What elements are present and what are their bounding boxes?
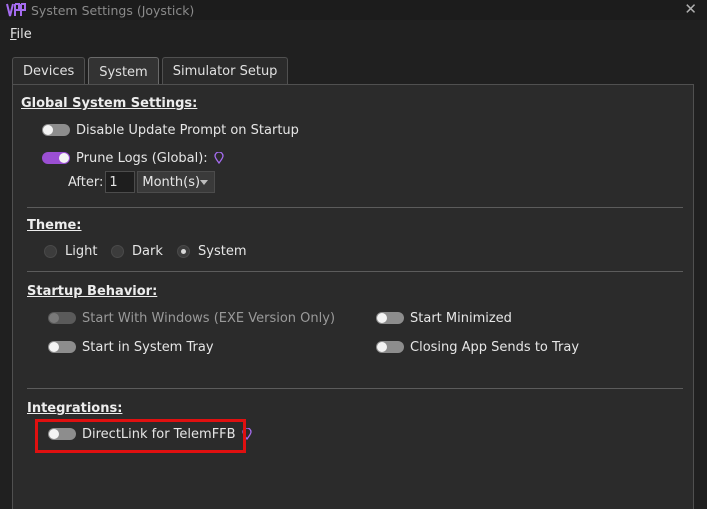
theme-system-option[interactable]: System: [177, 242, 246, 260]
after-unit-value: Month(s): [142, 174, 201, 190]
start-minimized-toggle[interactable]: [376, 312, 404, 324]
menu-file[interactable]: File: [10, 27, 32, 42]
disable-update-toggle[interactable]: [42, 124, 70, 136]
menu-bar: File: [0, 22, 707, 46]
closing-sends-tray-label: Closing App Sends to Tray: [410, 339, 580, 355]
start-in-tray-row[interactable]: Start in System Tray: [48, 338, 214, 356]
theme-system-radio[interactable]: [177, 244, 190, 258]
disable-update-label: Disable Update Prompt on Startup: [76, 122, 299, 138]
highlight-box: [35, 419, 246, 453]
theme-title: Theme:: [27, 218, 82, 233]
start-minimized-row[interactable]: Start Minimized: [376, 309, 512, 327]
integrations-title: Integrations:: [27, 401, 123, 416]
vpforce-logo-icon: [6, 2, 26, 18]
closing-sends-tray-row[interactable]: Closing App Sends to Tray: [376, 338, 579, 356]
start-minimized-label: Start Minimized: [410, 310, 512, 326]
after-unit-select[interactable]: Month(s): [137, 171, 216, 193]
chevron-down-icon: [200, 179, 209, 185]
theme-light-option[interactable]: Light: [44, 242, 97, 260]
info-pin-icon[interactable]: [214, 152, 224, 164]
prune-logs-toggle[interactable]: [42, 152, 70, 164]
start-in-tray-toggle[interactable]: [48, 341, 76, 353]
prune-logs-row[interactable]: Prune Logs (Global):: [42, 149, 224, 167]
theme-light-radio[interactable]: [44, 244, 57, 258]
tab-devices[interactable]: Devices: [12, 57, 86, 85]
theme-dark-option[interactable]: Dark: [111, 242, 163, 260]
start-with-windows-toggle: [48, 312, 76, 324]
close-icon[interactable]: ✕: [684, 1, 697, 17]
startup-title: Startup Behavior:: [27, 284, 158, 299]
start-in-tray-label: Start in System Tray: [82, 339, 214, 355]
divider: [27, 207, 683, 208]
theme-light-label: Light: [65, 243, 98, 259]
start-with-windows-row: Start With Windows (EXE Version Only): [48, 309, 335, 327]
window-title: System Settings (Joystick): [31, 2, 195, 18]
closing-sends-tray-toggle[interactable]: [376, 341, 404, 353]
tab-simulator-setup[interactable]: Simulator Setup: [161, 57, 289, 85]
title-bar: System Settings (Joystick) ✕: [0, 0, 707, 20]
after-value-spinbox[interactable]: 1: [105, 171, 136, 193]
tab-bar: Devices System Simulator Setup: [12, 57, 291, 86]
divider: [27, 271, 683, 272]
divider: [27, 388, 683, 389]
global-settings-title: Global System Settings:: [21, 96, 198, 111]
after-label: After:: [68, 174, 104, 190]
theme-dark-radio[interactable]: [111, 244, 124, 258]
theme-system-label: System: [198, 243, 247, 259]
prune-after-row: After: 1 Month(s): [68, 171, 216, 193]
theme-dark-label: Dark: [132, 243, 163, 259]
prune-logs-label: Prune Logs (Global):: [76, 150, 208, 166]
tab-system[interactable]: System: [88, 57, 159, 86]
menu-file-label: ile: [16, 26, 32, 42]
start-with-windows-label: Start With Windows (EXE Version Only): [82, 310, 336, 326]
disable-update-row[interactable]: Disable Update Prompt on Startup: [42, 121, 299, 139]
